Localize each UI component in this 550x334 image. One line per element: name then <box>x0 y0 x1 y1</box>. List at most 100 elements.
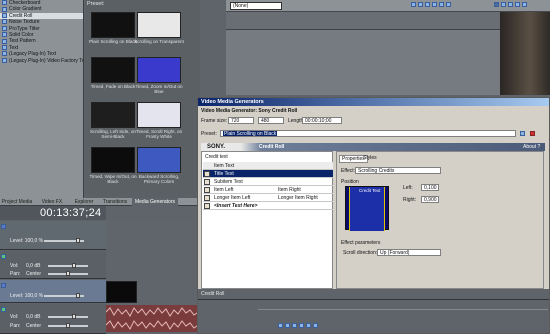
tool-icon[interactable] <box>411 2 416 8</box>
preset-thumbnail[interactable] <box>91 147 135 173</box>
generator-icon <box>2 25 7 31</box>
preview-select-value: (None) <box>233 3 249 9</box>
generator-label: Solid Color <box>9 31 34 38</box>
left-input[interactable]: 0,100 <box>421 184 439 191</box>
about-button[interactable]: About ? <box>523 144 540 150</box>
generator-label: Color Gradient <box>9 6 42 13</box>
tab-explorer[interactable]: Explorer <box>70 198 98 206</box>
frame-height-input[interactable]: 480 <box>258 117 284 124</box>
window-buttons <box>494 2 550 10</box>
audio-track-header-2[interactable]: Vol: 0,0 dB Pan: Center <box>0 304 106 334</box>
effect-select[interactable]: Scrolling Credits <box>355 167 441 174</box>
generator-label: Credit Roll <box>9 12 33 19</box>
video-media-generators-dialog: Video Media Generators Video Media Gener… <box>197 97 550 334</box>
credit-row-icon[interactable] <box>204 171 210 177</box>
generator-icon <box>2 0 7 6</box>
tool-icon[interactable] <box>439 2 444 8</box>
frame-width-input[interactable]: 720 <box>228 117 254 124</box>
tab-styles[interactable]: Styles <box>363 155 377 161</box>
tool-icon[interactable] <box>418 2 423 8</box>
credit-row[interactable]: <Insert Text Here> <box>203 202 333 210</box>
view-icon[interactable] <box>501 2 506 8</box>
credit-text-panel: Credit text Item Text Title Text Subitem … <box>201 151 333 289</box>
credit-row-text: Item Left <box>214 187 234 193</box>
vol-slider[interactable] <box>48 265 88 267</box>
dialog-timeline[interactable]: Credit Roll <box>198 289 549 333</box>
credit-text-label: Credit text <box>205 154 228 160</box>
frame-size-label: Frame size: <box>201 118 228 124</box>
save-preset-icon[interactable] <box>520 131 525 136</box>
credit-row[interactable]: Longer Item Left Longer Item Right <box>203 194 333 202</box>
preset-panel: Preset: Plain Scrolling on Black Scrollin… <box>85 0 200 198</box>
credit-row[interactable]: Item Left Item Right <box>203 186 333 194</box>
play-icon[interactable] <box>278 323 283 329</box>
preview-timeline[interactable] <box>226 12 500 30</box>
tab-media-generators[interactable]: Media Generators <box>132 198 178 206</box>
pan-slider-knob[interactable] <box>66 271 70 276</box>
pan-label: Pan: <box>10 323 21 329</box>
preset-thumbnail[interactable] <box>137 12 181 38</box>
right-input[interactable]: 0,900 <box>421 196 439 203</box>
tool-icon[interactable] <box>425 2 430 8</box>
video-track-header-2[interactable]: Level: 100,0 % <box>0 280 106 303</box>
sony-logo: SONY. <box>207 144 226 150</box>
tool-icon[interactable] <box>446 2 451 8</box>
credit-row[interactable]: Title Text <box>203 170 333 178</box>
level-slider-knob[interactable] <box>76 293 80 298</box>
preview-select[interactable]: (None) <box>230 2 282 10</box>
view-icon[interactable] <box>494 2 499 8</box>
credit-row-text: Title Text <box>214 171 234 177</box>
length-input[interactable]: 00:00:10;00 <box>302 117 342 124</box>
preset-label: Scrolling, Left Side, on Semi-Black <box>90 129 136 140</box>
video-track-header[interactable]: Level: 100,0 % <box>0 221 106 250</box>
preset-thumbnail[interactable] <box>137 102 181 128</box>
vol-slider[interactable] <box>48 316 88 318</box>
preset-thumbnail[interactable] <box>91 12 135 38</box>
rewind-icon[interactable] <box>306 323 311 329</box>
preview-toolbar: (None) <box>226 0 550 12</box>
credit-row-text: <Insert Text Here> <box>214 203 258 209</box>
credit-row-icon[interactable] <box>204 203 210 209</box>
next-icon[interactable] <box>299 323 304 329</box>
audio-track-header[interactable]: Vol: 0,0 dB Pan: Center <box>0 251 106 279</box>
audio-clip[interactable] <box>105 305 201 332</box>
delete-preset-icon[interactable] <box>530 131 535 136</box>
vol-slider-knob[interactable] <box>72 263 76 268</box>
scroll-direction-select[interactable]: Up (Forward) <box>377 249 441 256</box>
tab-project-media[interactable]: Project Media <box>0 198 34 206</box>
prev-icon[interactable] <box>292 323 297 329</box>
tool-icon[interactable] <box>432 2 437 8</box>
tab-transitions[interactable]: Transitions <box>100 198 130 206</box>
credit-row-icon[interactable] <box>204 179 210 185</box>
vol-label: Vol: <box>10 314 19 320</box>
view-icon[interactable] <box>515 2 520 8</box>
preset-value: Plain Scrolling on Black <box>223 131 278 137</box>
pan-value: Center <box>26 323 42 329</box>
stop-icon[interactable] <box>285 323 290 329</box>
preset-thumbnail[interactable] <box>137 57 181 83</box>
credit-row-icon[interactable] <box>204 187 210 193</box>
vol-slider-knob[interactable] <box>72 314 76 319</box>
preset-thumbnail[interactable] <box>91 57 135 83</box>
preset-thumbnail[interactable] <box>91 102 135 128</box>
window-tabs: Project Media Video FX Explorer Transiti… <box>0 198 200 206</box>
pan-slider-knob[interactable] <box>66 323 70 328</box>
preset-thumbnail[interactable] <box>137 147 181 173</box>
forward-icon[interactable] <box>313 323 318 329</box>
credit-row-text: Longer Item Left <box>214 195 251 201</box>
position-label: Position <box>341 179 359 185</box>
position-preview[interactable]: Credit Text <box>345 186 389 231</box>
view-icon[interactable] <box>522 2 527 8</box>
generator-icon <box>2 44 7 50</box>
tab-video-fx[interactable]: Video FX <box>38 198 66 206</box>
level-slider-knob[interactable] <box>76 238 80 243</box>
video-clip[interactable] <box>106 281 137 303</box>
preset-label: Timed, Fade on Black <box>90 84 136 89</box>
view-icon[interactable] <box>508 2 513 8</box>
credit-row[interactable]: Subitem Text <box>203 178 333 186</box>
generator-item[interactable]: (Legacy Plug-In) Video Factory Text <box>0 58 83 64</box>
credit-row-icon[interactable] <box>204 195 210 201</box>
generator-icon <box>2 38 7 44</box>
preset-select[interactable]: Plain Scrolling on Black <box>220 130 516 137</box>
generator-list[interactable]: Checkerboard Color Gradient Credit Roll Noi… <box>0 0 84 198</box>
